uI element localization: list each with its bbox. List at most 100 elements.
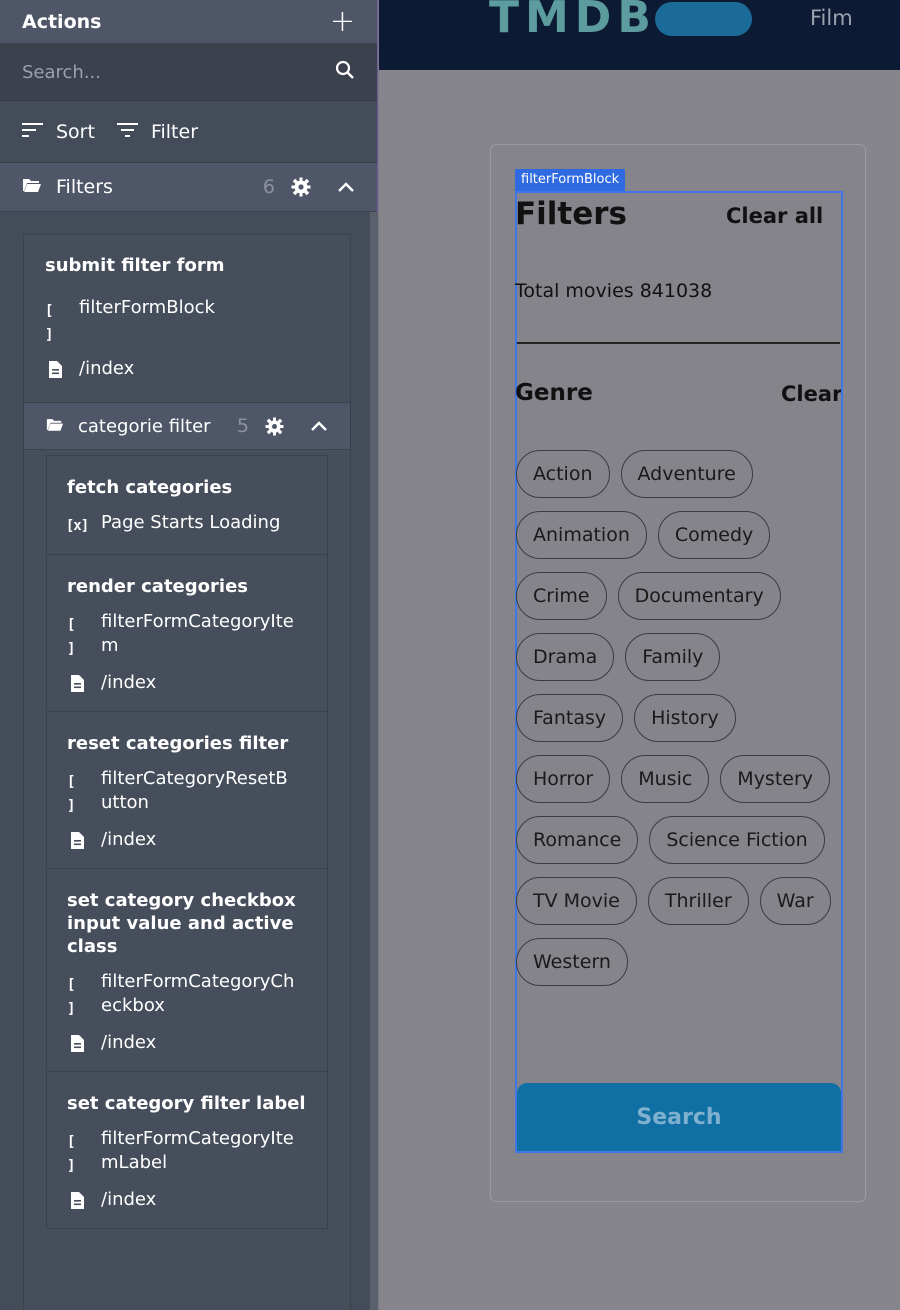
brackets-icon: [ ] <box>67 1134 75 1174</box>
genre-chip[interactable]: Action <box>516 450 610 498</box>
actions-panel: Actions + Sort Filter Filters 6 <box>0 0 378 1310</box>
nav-film-link[interactable]: Film <box>810 6 853 30</box>
genre-clear-button[interactable]: Clear <box>781 382 841 406</box>
filter-button[interactable]: Filter <box>116 120 199 143</box>
genre-chip[interactable]: Romance <box>516 816 639 864</box>
chevron-up-icon[interactable] <box>337 181 355 193</box>
search-icon[interactable] <box>335 60 355 84</box>
action-item-set-checkbox[interactable]: set category checkbox input value and ac… <box>47 869 327 1072</box>
action-item-set-label[interactable]: set category filter label [ ] filterForm… <box>47 1072 327 1228</box>
action-title: submit filter form <box>45 255 225 276</box>
total-movies: Total movies 841038 <box>515 280 713 302</box>
genre-chip[interactable]: TV Movie <box>516 877 637 925</box>
page-row: /index <box>45 357 329 381</box>
genre-chip[interactable]: Fantasy <box>516 694 624 742</box>
element-row: [ ] filterFormCategoryIte mLabel <box>67 1127 307 1178</box>
genre-chip[interactable]: Western <box>516 938 628 986</box>
variable-icon: [x] <box>65 518 89 534</box>
genre-chip[interactable]: Documentary <box>617 572 781 620</box>
filters-scroll-area: submit filter form [ ] filterFormBlock /… <box>0 212 378 1310</box>
trigger-row: [x] Page Starts Loading <box>65 511 307 538</box>
action-title: render categories <box>67 576 248 597</box>
filters-section-header[interactable]: Filters 6 <box>0 163 377 212</box>
action-title: set category filter label <box>67 1093 306 1114</box>
submit-filter-block[interactable]: submit filter form [ ] filterFormBlock /… <box>24 235 350 381</box>
search-bar <box>0 44 377 101</box>
filters-heading: Filters <box>515 196 628 232</box>
brackets-icon: [ ] <box>67 977 75 1017</box>
element-name: filterFormBlock <box>79 297 215 318</box>
genre-chip[interactable]: Drama <box>516 633 615 681</box>
sort-lines-icon <box>22 121 44 143</box>
action-title: fetch categories <box>67 477 233 498</box>
genre-chip[interactable]: Thriller <box>647 877 749 925</box>
trigger-name: Page Starts Loading <box>101 512 281 533</box>
page-row: /index <box>67 1031 307 1055</box>
element-row: [ ] filterCategoryResetB utton <box>67 767 307 818</box>
genre-chip[interactable]: Science Fiction <box>649 816 825 864</box>
genre-chip[interactable]: Adventure <box>620 450 753 498</box>
element-name: filterFormCategoryIte m <box>101 611 294 656</box>
page-row: /index <box>67 671 307 695</box>
genre-heading: Genre <box>515 380 593 406</box>
site-logo[interactable]: TMDB <box>489 0 657 43</box>
genre-chip[interactable]: Music <box>621 755 710 803</box>
document-icon <box>45 357 65 379</box>
panel-header: Actions + <box>0 0 377 44</box>
genre-chip[interactable]: Family <box>625 633 721 681</box>
genre-chip[interactable]: Crime <box>516 572 607 620</box>
genre-chip[interactable]: Animation <box>516 511 647 559</box>
document-icon <box>67 1031 87 1053</box>
plus-icon[interactable]: + <box>330 6 355 37</box>
genre-chip[interactable]: Horror <box>516 755 611 803</box>
document-icon <box>67 1188 87 1210</box>
document-icon <box>67 828 87 850</box>
filters-section-label: Filters <box>56 176 113 198</box>
action-title: reset categories filter <box>67 733 289 754</box>
genre-chip[interactable]: Comedy <box>657 511 771 559</box>
filter-label: Filter <box>150 120 199 143</box>
panel-title: Actions <box>22 10 102 33</box>
clear-all-button[interactable]: Clear all <box>726 204 823 228</box>
group-count: 5 <box>236 415 249 437</box>
selected-block-tag: filterFormBlock <box>515 169 626 191</box>
page-path: /index <box>79 358 135 379</box>
action-item-render-categories[interactable]: render categories [ ] filterFormCategory… <box>47 555 327 712</box>
genre-chip-list: Action Adventure Animation Comedy Crime Docum… <box>516 450 836 986</box>
logo-pill <box>655 2 752 36</box>
page-row: /index <box>67 1188 307 1212</box>
chevron-up-icon[interactable] <box>310 420 328 432</box>
genre-chip[interactable]: War <box>759 877 831 925</box>
filter-lines-icon <box>116 121 139 143</box>
divider <box>517 342 840 344</box>
filter-actions-card: submit filter form [ ] filterFormBlock /… <box>23 234 351 1310</box>
gear-icon[interactable] <box>265 416 284 436</box>
action-item-reset-categories[interactable]: reset categories filter [ ] filterCatego… <box>47 712 327 869</box>
element-name: filterFormCategoryIte mLabel <box>101 1128 294 1173</box>
page-path: /index <box>101 672 157 693</box>
filters-count: 6 <box>262 176 275 198</box>
element-row: [ ] filterFormCategoryCh eckbox <box>67 970 307 1021</box>
panel-scrollbar[interactable] <box>370 212 378 1310</box>
group-label: categorie filter <box>78 415 211 437</box>
genre-chip[interactable]: Mystery <box>720 755 831 803</box>
page-row: /index <box>67 828 307 852</box>
folder-open-icon <box>22 177 42 197</box>
sort-button[interactable]: Sort <box>22 121 95 143</box>
category-actions-list: fetch categories [x] Page Starts Loading… <box>46 455 328 1229</box>
gear-icon[interactable] <box>291 177 311 197</box>
page-path: /index <box>101 1189 157 1210</box>
brackets-icon: [ ] <box>45 303 53 343</box>
element-row: [ ] filterFormCategoryIte m <box>67 610 307 661</box>
search-input[interactable] <box>22 61 302 83</box>
brackets-icon: [ ] <box>67 774 75 814</box>
sort-filter-bar: Sort Filter <box>0 101 377 163</box>
genre-chip[interactable]: History <box>634 694 736 742</box>
document-icon <box>67 671 87 693</box>
search-button[interactable]: Search <box>517 1083 841 1151</box>
element-name: filterFormCategoryCh eckbox <box>101 971 295 1016</box>
page-path: /index <box>101 829 157 850</box>
action-item-fetch-categories[interactable]: fetch categories [x] Page Starts Loading <box>47 456 327 555</box>
folder-open-icon <box>46 417 64 436</box>
categorie-filter-group[interactable]: categorie filter 5 <box>24 402 350 450</box>
